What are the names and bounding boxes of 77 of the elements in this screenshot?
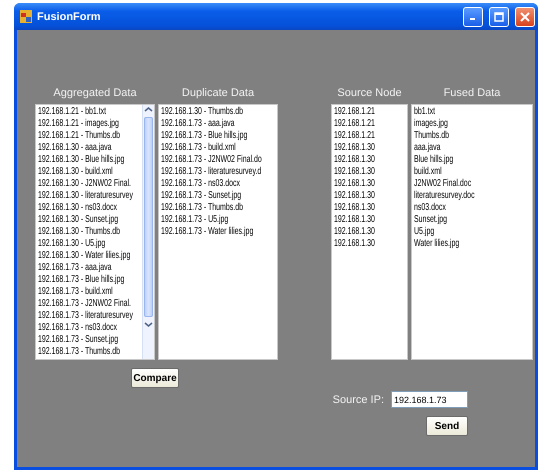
list-box[interactable]: bb1.txt images.jpg Thumbs.db aaa.java Blue hills.jpg build.xml J2NW02 Final.doc literaturesurvey.doc ns03.docx Sunset.jpg U5.jpg Water lilies.jpg [411,104,533,360]
list-item[interactable]: 192.168.1.30 [334,202,407,214]
list-box[interactable]: 192.168.1.21 192.168.1.21 192.168.1.21 192.168.1.30 192.168.1.30 192.168.1.30 192.168.1.30 192.168.1.30 192.168.1.30 192.168.1.30 192.168.1.30 192.168.1.30 [331,104,408,360]
list-item[interactable]: 192.168.1.30 - Thumbs.db [38,226,142,238]
list-item[interactable]: 192.168.1.30 [334,142,407,154]
app-icon [20,10,32,23]
list-item[interactable]: J2NW02 Final.doc [414,178,532,190]
list-item[interactable]: 192.168.1.73 - ns03.docx [161,178,277,190]
list-item[interactable]: aaa.java [414,142,532,154]
list-label: Duplicate Data [182,86,254,100]
list-item[interactable]: 192.168.1.21 [334,130,407,142]
maximize-button[interactable] [489,6,509,26]
list-item[interactable]: images.jpg [414,118,532,130]
list-item[interactable]: Sunset.jpg [414,214,532,226]
list-item[interactable]: 192.168.1.21 - images.jpg [38,118,142,130]
list-item[interactable]: 192.168.1.21 - Thumbs.db [38,130,142,142]
window-title: FusionForm [37,10,102,22]
list-item[interactable]: 192.168.1.73 - Blue hills.jpg [38,274,142,286]
list-item[interactable]: 192.168.1.30 - literaturesurvey [38,190,142,202]
list-label: Fused Data [444,86,500,100]
close-icon [520,12,530,22]
list-label: Aggregated Data [53,86,137,100]
list-item[interactable]: 192.168.1.30 - Blue hills.jpg [38,154,142,166]
compare-button[interactable]: Compare [131,368,179,388]
list-item[interactable]: 192.168.1.30 - Water lilies.jpg [38,250,142,262]
list-item[interactable]: 192.168.1.73 - aaa.java [38,262,142,274]
list-item[interactable]: 192.168.1.21 - bb1.txt [38,106,142,118]
list-item[interactable]: 192.168.1.73 - literaturesurvey [38,310,142,322]
list-item[interactable]: 192.168.1.73 - J2NW02 Final. [38,298,142,310]
list-item[interactable]: bb1.txt [414,106,532,118]
close-button[interactable] [515,6,535,26]
list-item[interactable]: 192.168.1.73 - Thumbs.db [38,346,142,358]
list-box[interactable] [158,104,278,360]
list-item[interactable]: 192.168.1.73 - U5.jpg [161,214,277,226]
list-item[interactable]: 192.168.1.30 - aaa.java [38,142,142,154]
list-item[interactable]: 192.168.1.73 - Blue hills.jpg [161,130,277,142]
list-item[interactable]: 192.168.1.21 [334,118,407,130]
minimize-button[interactable] [463,6,483,26]
scroll-thumb[interactable] [144,117,153,317]
source-ip-label: Source IP: [332,394,384,406]
list-item[interactable]: 192.168.1.30 - Thumbs.db [161,106,277,118]
list-item[interactable]: 192.168.1.73 - ns03.docx [38,322,142,334]
list-item[interactable]: 192.168.1.30 [334,238,407,250]
list-item[interactable]: Water lilies.jpg [414,238,532,250]
list-item[interactable]: Blue hills.jpg [414,154,532,166]
list-item[interactable]: 192.168.1.73 - literaturesurvey.d [161,166,277,178]
list-item[interactable]: 192.168.1.30 [334,190,407,202]
list-item[interactable]: 192.168.1.30 [334,166,407,178]
list-item[interactable]: 192.168.1.73 - build.xml [161,142,277,154]
list-item[interactable]: 192.168.1.21 [334,106,407,118]
maximize-icon [494,12,504,22]
list-item[interactable]: 192.168.1.30 - U5.jpg [38,238,142,250]
list-item[interactable]: 192.168.1.30 [334,178,407,190]
list-item[interactable]: literaturesurvey.doc [414,190,532,202]
list-box[interactable] [35,104,155,360]
list-item[interactable]: 192.168.1.30 - build.xml [38,166,142,178]
list-item[interactable]: 192.168.1.73 - Thumbs.db [161,202,277,214]
list-item[interactable]: U5.jpg [414,226,532,238]
list-item[interactable]: 192.168.1.73 - Sunset.jpg [161,190,277,202]
list-label: Source Node [337,86,402,100]
list-item[interactable]: 192.168.1.73 - aaa.java [161,118,277,130]
list-item[interactable]: 192.168.1.73 - build.xml [38,286,142,298]
list-item[interactable]: 192.168.1.30 - J2NW02 Final. [38,178,142,190]
list-item[interactable]: 192.168.1.73 - Water lilies.jpg [161,226,277,238]
list-item[interactable]: build.xml [414,166,532,178]
list-item[interactable]: 192.168.1.30 - Sunset.jpg [38,214,142,226]
list-item[interactable]: 192.168.1.30 [334,226,407,238]
list-item[interactable]: 192.168.1.73 - Sunset.jpg [38,334,142,346]
list-item[interactable]: Thumbs.db [414,130,532,142]
scrollbar[interactable] [142,105,154,359]
list-item[interactable]: 192.168.1.30 [334,154,407,166]
list-item[interactable]: ns03.docx [414,202,532,214]
list-item[interactable]: 192.168.1.30 [334,214,407,226]
source-ip-field[interactable]: 192.168.1.73 [391,391,468,408]
send-button[interactable]: Send [426,416,468,436]
list-item[interactable]: 192.168.1.73 - J2NW02 Final.do [161,154,277,166]
list-item[interactable]: 192.168.1.30 - ns03.docx [38,202,142,214]
